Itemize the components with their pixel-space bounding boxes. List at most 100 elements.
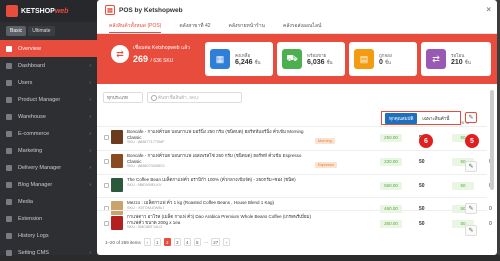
page-ellipsis: ··· <box>203 239 209 245</box>
sidebar-item-marketing[interactable]: Marketing › <box>0 142 97 159</box>
product-image <box>111 154 123 168</box>
filter-bar: ทุกประเภท ค้นหาชื่อสินค้า, SKU <box>103 92 242 103</box>
sidebar-item-delivery[interactable]: Delivery Manager › <box>0 159 97 176</box>
delivery-icon <box>6 164 12 171</box>
price: 560.00 <box>380 182 402 190</box>
overview-icon <box>6 45 12 52</box>
price: 260.00 <box>380 220 402 228</box>
warehouse-icon <box>6 113 12 120</box>
table-row[interactable]: กาแฟดาว อาโรส (เมล็ด กาแฟ คั่ว) Dao Arab… <box>97 210 492 236</box>
product-sku: SKU : M6DVMELKV <box>127 182 162 187</box>
product-sku: SKU : 8858771770MF <box>127 140 165 144</box>
pos-icon: ▤ <box>105 5 115 15</box>
tab-online[interactable]: คลังรอส่งออนไลน์ <box>283 20 321 33</box>
chevron-icon: › <box>89 147 91 154</box>
chevron-icon: › <box>89 96 91 103</box>
dashboard-icon <box>6 62 12 69</box>
warehouse-tabs: คลังสินค้าทั้งหมด (POS) คลังสาขาที่ 42 ค… <box>97 20 497 34</box>
clipboard-icon: ▤ <box>354 49 374 69</box>
blog-icon <box>6 181 12 188</box>
all-variants-button[interactable]: ทุกคุณสมบัติ <box>385 112 418 124</box>
callout-badge-5: 5 <box>465 134 479 148</box>
next-page-button[interactable]: › <box>223 238 231 246</box>
edit-button[interactable]: ✎ <box>465 203 477 214</box>
sidebar-item-extension[interactable]: Extension <box>0 210 97 227</box>
marketing-icon <box>6 147 12 154</box>
product-name: The Coffee Bean เมล็ดกาแฟคั่ว อราบิก้า 1… <box>127 177 296 182</box>
row-checkbox[interactable] <box>104 183 109 188</box>
table-row[interactable]: Boncafe - กาแฟคั่วบด บอนกาแฟ เอสเพรสโซ่ … <box>97 150 492 173</box>
sidebar-item-media[interactable]: Media <box>0 193 97 210</box>
users-icon <box>6 79 12 86</box>
sidebar-item-ecommerce[interactable]: E-commerce › <box>0 125 97 142</box>
scrollbar[interactable] <box>490 90 494 190</box>
row-checkbox[interactable] <box>104 221 109 226</box>
search-input[interactable]: ค้นหาชื่อสินค้า, SKU <box>147 92 242 103</box>
stock: 50 <box>419 221 425 227</box>
brand-logo: KETSHOP web <box>0 0 97 22</box>
sidebar-item-blog[interactable]: Blog Manager › <box>0 176 97 193</box>
product-name: กาแฟดาว อาโรส (เมล็ด กาแฟ คั่ว) Dao Arab… <box>127 214 311 225</box>
product-name: Boncafe - กาแฟคั่วบด บอนกาแฟ มอร์นิ่ง 25… <box>127 129 304 140</box>
mode-switch: Basic Ultimate <box>0 22 97 40</box>
edit-button[interactable]: ✎ <box>465 161 477 172</box>
page-button[interactable]: 5 <box>193 238 201 246</box>
modal-header: ▤ POS by Ketshopweb × <box>97 0 497 20</box>
table-row[interactable]: The Coffee Bean เมล็ดกาแฟคั่ว อราบิก้า 1… <box>97 174 492 197</box>
sku-summary: ⇄ เชื่อมต่อ Ketshopweb แล้ว 269 / 636 SK… <box>111 44 190 64</box>
product-image <box>111 178 123 192</box>
sidebar-item-overview[interactable]: Overview <box>0 40 97 57</box>
extension-icon <box>6 215 12 222</box>
price: 230.00 <box>380 158 402 166</box>
media-icon <box>6 198 12 205</box>
prev-page-button[interactable]: ‹ <box>143 238 151 246</box>
page-button[interactable]: 27 <box>211 238 221 246</box>
sidebar-item-users[interactable]: Users › <box>0 74 97 91</box>
reserved: 0 <box>489 206 492 212</box>
pagination: 1–20 of 269 items ‹ 1 2 3 4 5 ··· 27 › <box>105 238 231 246</box>
sidebar-item-setting[interactable]: Setting CMS › <box>0 244 97 261</box>
page-button[interactable]: 1 <box>153 238 161 246</box>
stock: 50 <box>419 183 425 189</box>
stat-pending: ⇄ รอโอน 210 ชิ้น <box>421 42 491 76</box>
pencil-icon: ✎ <box>468 228 474 234</box>
edit-scope-popup: ทุกคุณสมบัติ เฉพาะสินค้านี้ <box>381 111 461 125</box>
history-icon <box>6 232 12 239</box>
category-select[interactable]: ทุกประเภท <box>103 92 143 103</box>
row-checkbox[interactable] <box>104 159 109 164</box>
summary-banner: ⇄ เชื่อมต่อ Ketshopweb แล้ว 269 / 636 SK… <box>97 34 497 84</box>
tab-storefront[interactable]: คลังขายหน้าร้าน <box>229 20 265 33</box>
this-product-button[interactable]: เฉพาะสินค้านี้ <box>419 113 452 124</box>
page-button[interactable]: 3 <box>173 238 181 246</box>
available: 50 <box>452 182 474 190</box>
chevron-icon: › <box>89 181 91 188</box>
edit-button[interactable]: ✎ <box>465 225 477 236</box>
sidebar-item-product-manager[interactable]: Product Manager › <box>0 91 97 108</box>
mode-ultimate[interactable]: Ultimate <box>28 26 55 36</box>
product-icon <box>6 96 12 103</box>
pencil-icon: ✎ <box>468 164 474 170</box>
pencil-icon: ✎ <box>468 115 474 121</box>
tab-all-pos[interactable]: คลังสินค้าทั้งหมด (POS) <box>109 20 162 33</box>
close-icon[interactable]: × <box>486 5 491 14</box>
tab-branch-42[interactable]: คลังสาขาที่ 42 <box>179 20 210 33</box>
product-sku: SKU : 0MC6BT14LG <box>127 225 163 229</box>
chevron-icon: › <box>89 79 91 86</box>
stat-ready: ⛟ พร้อมขาย 6,036 ชิ้น <box>277 42 345 76</box>
page-button-current[interactable]: 2 <box>163 238 171 246</box>
chevron-icon: › <box>89 164 91 171</box>
stat-remaining: ▦ คงเหลือ 6,246 ชิ้น <box>205 42 273 76</box>
sidebar-item-history[interactable]: History Logs <box>0 227 97 244</box>
row-checkbox[interactable] <box>104 135 109 140</box>
sidebar-item-warehouse[interactable]: Warehouse › <box>0 108 97 125</box>
mode-basic[interactable]: Basic <box>6 26 27 36</box>
stock: 50 <box>419 159 425 165</box>
edit-button[interactable]: ✎ <box>465 112 477 123</box>
chevron-icon: › <box>89 113 91 120</box>
product-name: Mezzo : เมล็ดกาแฟ คั่ว 1 kg (Roasted Cof… <box>127 200 275 205</box>
pagination-info: 1–20 of 269 items <box>105 239 141 245</box>
cart-icon: ⛟ <box>282 49 302 69</box>
page-button[interactable]: 4 <box>183 238 191 246</box>
sidebar-item-dashboard[interactable]: Dashboard › <box>0 57 97 74</box>
logo-icon <box>6 5 18 17</box>
